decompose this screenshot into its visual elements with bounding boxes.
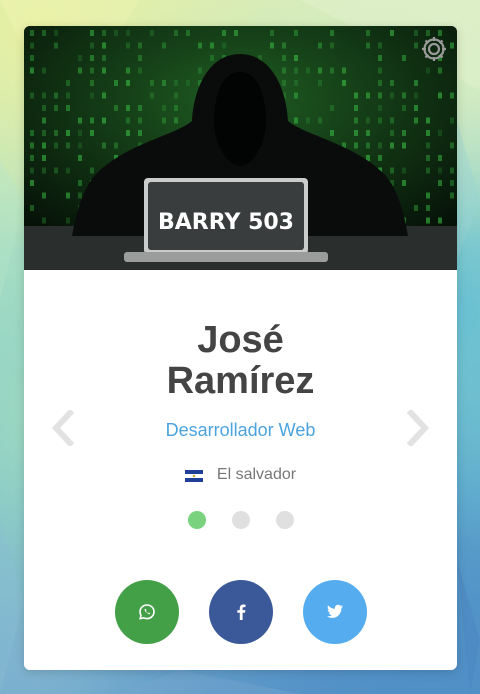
- gear-icon: [422, 37, 446, 61]
- facebook-icon: [236, 604, 245, 620]
- profile-role: Desarrollador Web: [165, 420, 316, 440]
- carousel-dot-3[interactable]: [275, 511, 294, 529]
- profile-location: El salvador: [24, 466, 457, 484]
- el-salvador-flag-icon: [184, 469, 203, 482]
- first-name: José: [197, 319, 284, 361]
- carousel-indicators: [24, 511, 457, 529]
- settings-button[interactable]: [419, 34, 449, 64]
- profile-name: José Ramírez: [24, 320, 457, 402]
- profile-card: BARRY 503 José Ramírez Desarrollador Web: [24, 26, 457, 670]
- cover-image: BARRY 503: [24, 26, 457, 270]
- social-links: [24, 580, 457, 644]
- location-text: El salvador: [216, 466, 297, 483]
- carousel-dot-2[interactable]: [231, 511, 250, 529]
- cover-text: BARRY 503: [158, 210, 294, 235]
- whatsapp-icon: [138, 604, 155, 620]
- facebook-button[interactable]: [208, 580, 273, 644]
- whatsapp-button[interactable]: [114, 580, 179, 644]
- last-name: Ramírez: [166, 360, 315, 402]
- twitter-button[interactable]: [302, 580, 367, 644]
- carousel-dot-1[interactable]: [187, 511, 206, 529]
- twitter-icon: [326, 604, 343, 618]
